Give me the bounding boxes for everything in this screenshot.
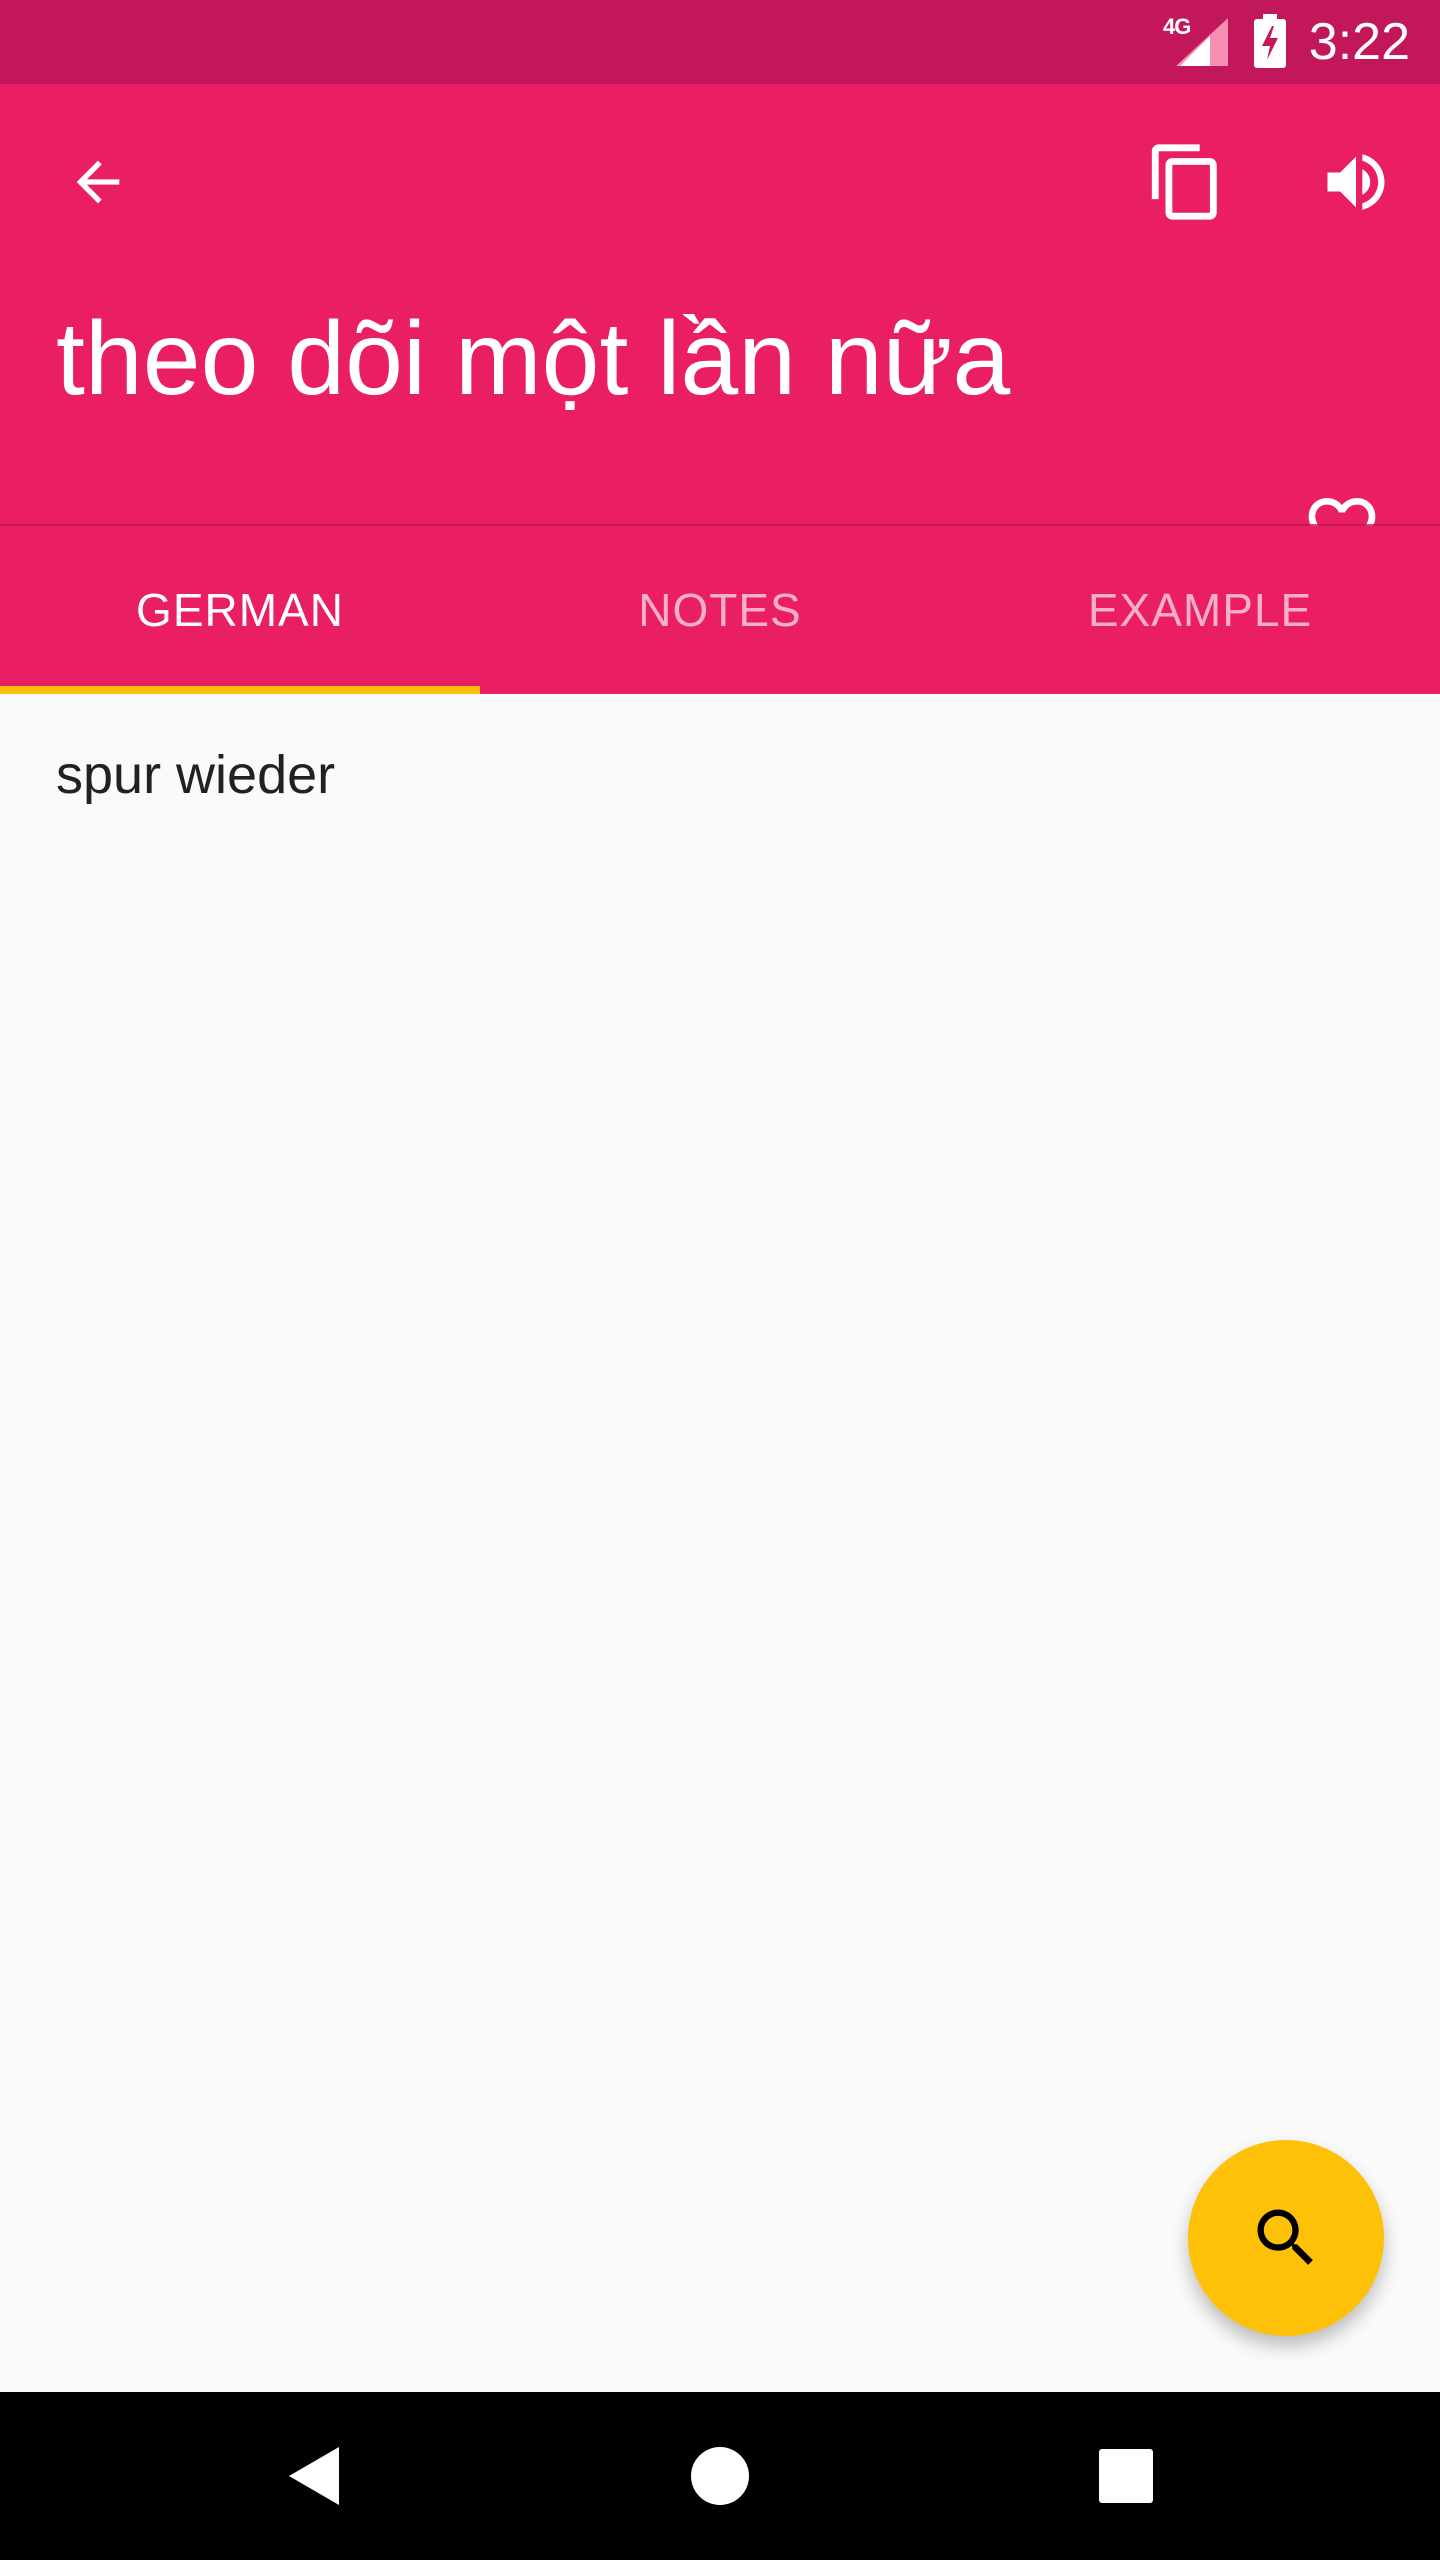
tab-bar: GERMAN NOTES EXAMPLE [0,526,1440,694]
square-recents-icon [1099,2449,1153,2503]
battery-charging-icon [1254,14,1286,68]
arrow-left-icon [76,160,120,204]
tab-indicator [0,686,480,694]
system-nav-bar [0,2392,1440,2560]
tab-label: EXAMPLE [1087,584,1313,636]
search-fab[interactable] [1188,2140,1384,2336]
signal-icon [1176,18,1228,66]
tab-example[interactable]: EXAMPLE [960,526,1440,694]
tab-label: GERMAN [136,584,344,636]
translation-text: spur wieder [56,745,336,805]
back-button[interactable] [50,134,146,230]
volume-icon [1327,154,1385,210]
page-title: theo dõi một lần nữa [56,301,1011,417]
app-bar: theo dõi một lần nữa [0,84,1440,560]
tab-label: NOTES [638,584,802,636]
status-bar: 4G 3:22 [0,0,1440,84]
status-clock: 3:22 [1308,13,1410,71]
nav-home-button[interactable] [670,2426,770,2526]
circle-home-icon [691,2447,749,2505]
copy-button[interactable] [1138,134,1234,230]
search-icon [1257,2209,1313,2265]
tab-notes[interactable]: NOTES [480,526,960,694]
speak-button[interactable] [1308,134,1404,230]
tab-german[interactable]: GERMAN [0,526,480,694]
triangle-back-icon [289,2447,339,2505]
content-area: spur wieder [0,694,1440,2392]
nav-recents-button[interactable] [1076,2426,1176,2526]
copy-icon [1151,144,1217,220]
nav-back-button[interactable] [266,2426,366,2526]
